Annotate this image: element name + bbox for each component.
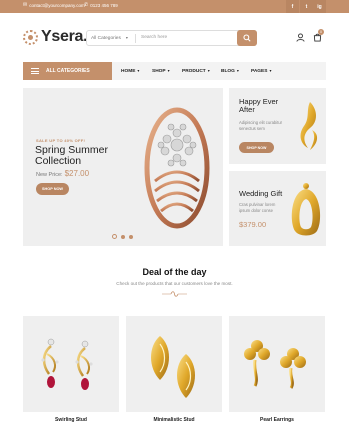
nav-item-label: BLOG [221, 69, 235, 74]
hero-price-label: New Price: [36, 172, 63, 178]
search-input[interactable]: Search here [141, 35, 167, 40]
hero-price-row: New Price: $27.00 [36, 169, 89, 178]
nav-item-label: PRODUCT [182, 69, 206, 74]
user-icon [295, 32, 305, 42]
cart-count-badge: 0 [318, 29, 324, 35]
category-select-value: All Categories [91, 36, 121, 41]
hero-eyebrow: SALE UP TO 40% OFF! [36, 138, 86, 143]
hero-slider: SALE UP TO 40% OFF! Spring Summer Collec… [23, 88, 223, 246]
product-card[interactable]: Pearl Earrings [229, 316, 325, 423]
search-bar: All Categories ▾ Search here [86, 30, 257, 46]
search-divider [135, 34, 136, 43]
nav-item-label: PAGES [251, 69, 268, 74]
menu-icon [31, 68, 39, 74]
slider-dots [112, 234, 133, 239]
slider-dot[interactable] [121, 234, 125, 239]
all-categories-label: ALL CATEGORIES [46, 68, 90, 74]
banner-desc: Cras pulvinar lorem ipsum dolor conse [239, 202, 276, 213]
phone-text: 0123 456 789 [90, 3, 118, 8]
main-nav: HOME ▾ SHOP ▾ PRODUCT ▾ BLOG ▾ PAGES ▾ [112, 62, 326, 80]
chevron-down-icon: ▾ [269, 68, 272, 73]
gold-hoop-earring-image [291, 183, 321, 236]
nav-item-product[interactable]: PRODUCT ▾ [182, 68, 210, 74]
nav-item-pages[interactable]: PAGES ▾ [251, 68, 271, 74]
pearl-earrings-image [244, 340, 306, 389]
chevron-down-icon: ▾ [125, 35, 128, 40]
hero-shop-button[interactable]: SHOP NOW [36, 183, 69, 195]
logo-mark-icon [23, 29, 38, 45]
slider-dot[interactable] [112, 234, 117, 239]
instagram-icon[interactable]: ig [313, 0, 326, 13]
product-name[interactable]: Swirling Stud [23, 417, 119, 423]
product-name[interactable]: Pearl Earrings [229, 417, 325, 423]
nav-item-label: HOME [121, 69, 136, 74]
chevron-down-icon: ▾ [137, 68, 140, 73]
cart-button[interactable]: 0 [311, 29, 324, 43]
product-name[interactable]: Minimalistic Stud [126, 417, 222, 423]
phone-icon: ✆ [84, 2, 89, 8]
banner-desc: Adipiscing elit curabitur senectus sem [239, 120, 283, 131]
mail-icon: ✉ [23, 2, 28, 8]
email-contact[interactable]: ✉ contact@yourcompany.com [23, 2, 85, 9]
banner-wedding-gift[interactable]: Wedding Gift Cras pulvinar lorem ipsum d… [229, 171, 326, 246]
logo-text: Ysera. [41, 28, 88, 45]
nav-item-home[interactable]: HOME ▾ [121, 68, 139, 74]
all-categories-button[interactable]: ALL CATEGORIES [23, 62, 112, 80]
phone-contact[interactable]: ✆ 0123 456 789 [84, 2, 118, 9]
nav-item-shop[interactable]: SHOP ▾ [152, 68, 170, 74]
banner-price: $379.00 [239, 220, 267, 229]
logo[interactable]: Ysera. [23, 28, 88, 46]
ornament-divider-icon [162, 291, 187, 297]
banner-title: Happy Ever After [239, 97, 279, 114]
category-select[interactable]: All Categories ▾ [91, 35, 128, 41]
deal-title: Deal of the day [142, 267, 207, 277]
minimalistic-stud-image [151, 336, 195, 398]
account-button[interactable] [294, 31, 306, 43]
banner-happy-ever-after[interactable]: Happy Ever After Adipiscing elit curabit… [229, 88, 326, 164]
product-card[interactable]: Swirling Stud [23, 316, 119, 423]
nav-item-label: SHOP [152, 69, 166, 74]
product-card[interactable]: Minimalistic Stud [126, 316, 222, 423]
banner-title: Wedding Gift [239, 189, 283, 198]
gold-earring-image [300, 102, 318, 150]
facebook-icon[interactable]: f [286, 0, 299, 13]
hero-price: $27.00 [64, 169, 90, 178]
banner-shop-button[interactable]: SHOP NOW [239, 142, 274, 153]
email-text: contact@yourcompany.com [29, 3, 85, 8]
deal-subtitle: Check out the products that our customer… [116, 281, 233, 286]
top-bar: ✉ contact@yourcompany.com ✆ 0123 456 789… [0, 0, 349, 13]
twitter-icon[interactable]: t [300, 0, 313, 13]
search-button[interactable] [237, 30, 257, 46]
slider-dot[interactable] [129, 234, 133, 239]
chevron-down-icon: ▾ [167, 68, 170, 73]
chevron-down-icon: ▾ [207, 68, 210, 73]
search-icon [243, 34, 251, 42]
ring-image [144, 107, 210, 229]
swirling-stud-image [41, 338, 93, 390]
hero-title: Spring Summer Collection [35, 144, 108, 167]
nav-item-blog[interactable]: BLOG ▾ [221, 68, 239, 74]
chevron-down-icon: ▾ [236, 68, 239, 73]
